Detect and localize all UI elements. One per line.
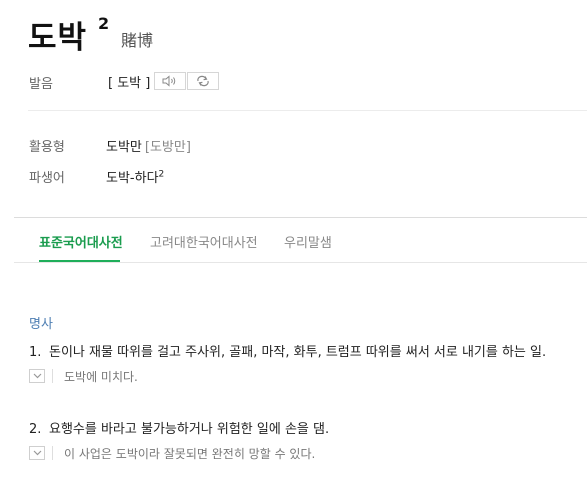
chevron-down-icon bbox=[33, 450, 41, 456]
tab-standard-dictionary[interactable]: 표준국어대사전 bbox=[39, 232, 123, 251]
conjugation-label: 활용형 bbox=[29, 140, 65, 155]
repeat-pronunciation-button[interactable] bbox=[187, 72, 219, 90]
example-divider bbox=[52, 446, 53, 460]
conjugation-form: 도박만 bbox=[106, 140, 142, 155]
part-of-speech: 명사 bbox=[29, 317, 53, 332]
conjugation-value: 도박만 [도방만] bbox=[106, 136, 191, 155]
tab-urimalsaem[interactable]: 우리말샘 bbox=[284, 232, 332, 251]
definition-text: 돈이나 재물 따위를 걸고 주사위, 골패, 마작, 화투, 트럼프 따위를 써… bbox=[49, 345, 547, 360]
definition-item: 2. 요행수를 바라고 불가능하거나 위험한 일에 손을 댐. bbox=[29, 418, 329, 437]
example-toggle-button[interactable] bbox=[29, 369, 45, 383]
definition-item: 1. 돈이나 재물 따위를 걸고 주사위, 골패, 마작, 화투, 트럼프 따위를… bbox=[29, 341, 546, 360]
derivative-homonym-number: 2 bbox=[158, 169, 165, 180]
repeat-icon bbox=[197, 75, 209, 87]
speaker-icon bbox=[162, 75, 176, 87]
pronunciation-label: 발음 bbox=[29, 77, 53, 92]
definition-number: 2. bbox=[29, 422, 42, 437]
chevron-down-icon bbox=[33, 373, 41, 379]
example-toggle-button[interactable] bbox=[29, 446, 45, 460]
tabs-top-border bbox=[14, 217, 587, 218]
section-divider bbox=[28, 110, 587, 111]
derivative-label: 파생어 bbox=[29, 171, 65, 186]
definition-example: 이 사업은 도박이라 잘못되면 완전히 망할 수 있다. bbox=[64, 447, 316, 461]
definition-number: 1. bbox=[29, 345, 42, 360]
pronunciation-text: [ 도박 ] bbox=[108, 76, 151, 91]
definition-text: 요행수를 바라고 불가능하거나 위험한 일에 손을 댐. bbox=[49, 422, 330, 437]
derivative-word[interactable]: 도박-하다 bbox=[106, 171, 159, 186]
entry-hanja: 賭博 bbox=[121, 31, 154, 50]
definition-example: 도박에 미치다. bbox=[64, 370, 138, 384]
entry-homonym-number: 2 bbox=[98, 14, 110, 33]
example-divider bbox=[52, 369, 53, 383]
play-pronunciation-button[interactable] bbox=[154, 72, 186, 90]
entry-word: 도박 bbox=[28, 20, 88, 56]
derivative-link[interactable]: 도박-하다2 bbox=[106, 167, 164, 186]
tabs-bottom-border bbox=[14, 262, 587, 263]
tab-korea-university-dictionary[interactable]: 고려대한국어대사전 bbox=[150, 232, 258, 251]
conjugation-pronunciation: [도방만] bbox=[144, 140, 191, 155]
